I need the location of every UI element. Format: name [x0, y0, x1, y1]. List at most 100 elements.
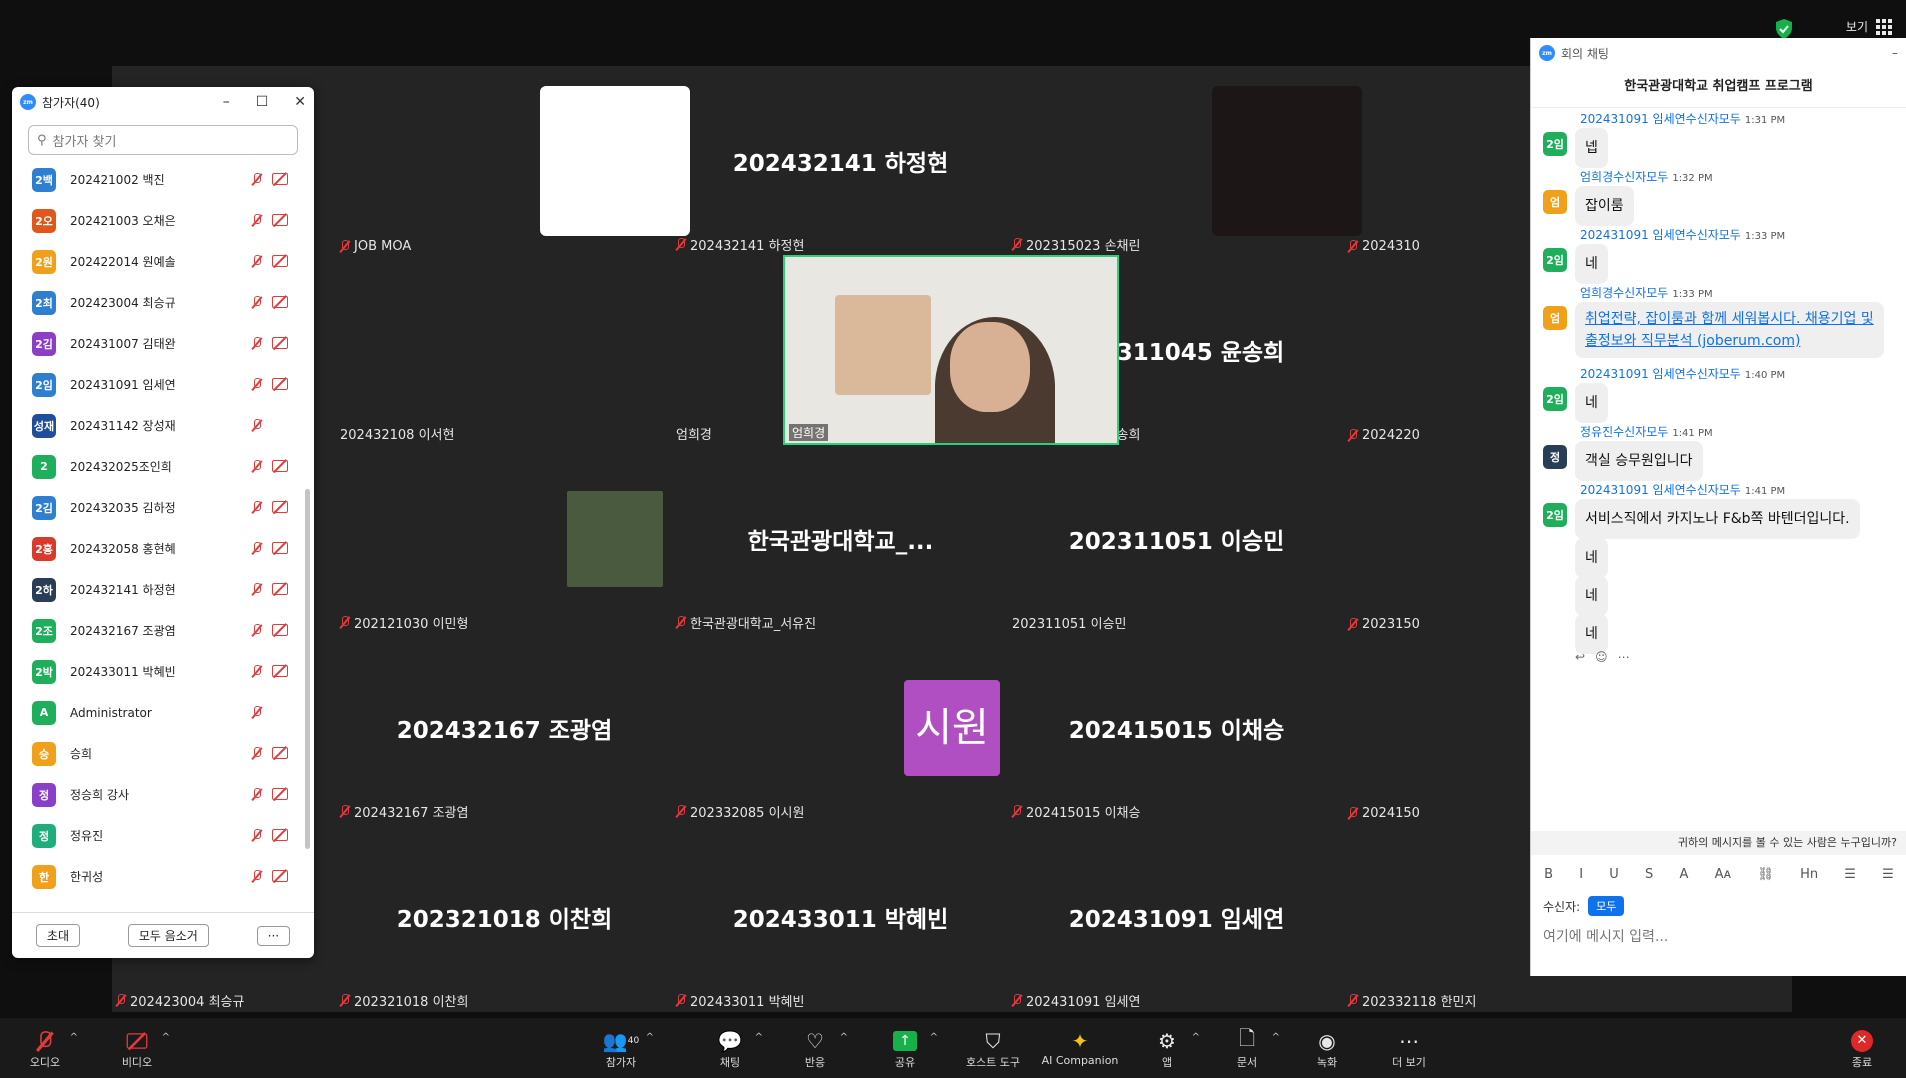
participant-row[interactable]: 성재 202431142 장성재 [12, 405, 308, 446]
message-sender[interactable]: 202431091 임세연수신자모두 [1580, 112, 1741, 126]
microphone-muted-icon[interactable] [252, 870, 262, 883]
recipient-dropdown[interactable]: 모두 [1588, 896, 1625, 916]
video-off-icon[interactable] [272, 501, 288, 513]
security-shield-icon[interactable] [1774, 18, 1794, 40]
video-off-icon[interactable] [272, 829, 288, 841]
share-caret-icon[interactable]: ^ [930, 1032, 938, 1043]
participant-row[interactable]: 2홍 202432058 홍현혜 [12, 528, 308, 569]
ai-companion-button[interactable]: ✦ AI Companion [1035, 1028, 1125, 1067]
docs-caret-icon[interactable]: ^ [1272, 1032, 1280, 1043]
participant-row[interactable]: 2김 202431007 김태완 [12, 323, 308, 364]
chat-message-input[interactable]: 여기에 메시지 입력... [1543, 926, 1668, 946]
format-option-icon[interactable]: ☰ [1844, 867, 1856, 882]
participant-row[interactable]: 2하 202432141 하정현 [12, 569, 308, 610]
format-option-icon[interactable]: Aᴀ [1715, 867, 1732, 882]
participant-row[interactable]: 2원 202422014 원예솔 [12, 241, 308, 282]
participant-row[interactable]: 승 승희 [12, 733, 308, 774]
video-tile[interactable]: 202432167 조광염 202432167 조광염 [336, 633, 673, 822]
participant-row[interactable]: 2임 202431091 임세연 [12, 364, 308, 405]
video-off-icon[interactable] [272, 624, 288, 636]
microphone-muted-icon[interactable] [252, 665, 262, 678]
microphone-muted-icon[interactable] [252, 296, 262, 309]
participant-row[interactable]: 2조 202432167 조광염 [12, 610, 308, 651]
microphone-muted-icon[interactable] [252, 583, 262, 596]
format-option-icon[interactable]: Hn [1800, 867, 1818, 882]
video-tile[interactable]: 202321018 이찬희 202321018 이찬희 [336, 822, 673, 1011]
reactions-button[interactable]: ♡ 반응 ^ [770, 1028, 860, 1070]
participant-row[interactable]: 정 정유진 [12, 815, 308, 856]
format-option-icon[interactable]: S [1645, 867, 1653, 882]
invite-button[interactable]: 초대 [35, 924, 80, 947]
video-off-icon[interactable] [272, 296, 288, 308]
video-tile[interactable]: 202431091 임세연 202431091 임세연 [1008, 822, 1345, 1011]
active-speaker-video[interactable]: 엄희경 [783, 255, 1119, 445]
format-option-icon[interactable]: B [1544, 867, 1553, 882]
microphone-muted-icon[interactable] [252, 624, 262, 637]
microphone-muted-icon[interactable] [252, 747, 262, 760]
maximize-icon[interactable]: ☐ [256, 94, 269, 110]
microphone-muted-icon[interactable] [252, 501, 262, 514]
video-off-icon[interactable] [272, 214, 288, 226]
video-button[interactable]: 비디오 ^ [92, 1028, 182, 1070]
format-option-icon[interactable]: ⛓ [1757, 867, 1774, 882]
message-link[interactable]: 출정보와 직무분석 (joberum.com) [1585, 333, 1800, 349]
docs-button[interactable]: 🗋 문서 ^ [1202, 1026, 1292, 1070]
add-reaction-icon[interactable]: ☺ [1595, 650, 1608, 664]
message-sender[interactable]: 엄희경수신자모두 [1580, 170, 1668, 184]
chat-button[interactable]: 💬 채팅 ^ [685, 1028, 775, 1070]
video-off-icon[interactable] [272, 255, 288, 267]
video-caret-icon[interactable]: ^ [162, 1032, 170, 1043]
microphone-muted-icon[interactable] [252, 378, 262, 391]
format-option-icon[interactable]: U [1609, 867, 1619, 882]
video-off-icon[interactable] [272, 870, 288, 882]
participant-row[interactable]: 2백 202421002 백진 [12, 159, 308, 200]
host-tools-button[interactable]: ⛉ 호스트 도구 [948, 1028, 1038, 1070]
minimize-icon[interactable]: – [223, 94, 230, 110]
microphone-muted-icon[interactable] [252, 173, 262, 186]
message-sender[interactable]: 정유진수신자모두 [1580, 425, 1668, 439]
message-sender[interactable]: 202431091 임세연수신자모두 [1580, 367, 1741, 381]
reply-icon[interactable]: ↩ [1575, 650, 1585, 664]
participant-row[interactable]: 2오 202421003 오채은 [12, 200, 308, 241]
video-off-icon[interactable] [272, 378, 288, 390]
video-off-icon[interactable] [272, 665, 288, 677]
audio-caret-icon[interactable]: ^ [70, 1032, 78, 1043]
participant-row[interactable]: 정 정승희 강사 [12, 774, 308, 815]
message-sender[interactable]: 엄희경수신자모두 [1580, 286, 1668, 300]
participant-row[interactable]: 2김 202432035 김하정 [12, 487, 308, 528]
video-tile[interactable]: 202415015 이채승 202415015 이채승 [1008, 633, 1345, 822]
video-off-icon[interactable] [272, 542, 288, 554]
participant-list-scrollbar[interactable] [305, 489, 310, 849]
microphone-muted-icon[interactable] [252, 214, 262, 227]
microphone-muted-icon[interactable] [252, 419, 262, 432]
video-tile[interactable]: 202311051 이승민 202311051 이승민 [1008, 444, 1345, 633]
video-tile[interactable]: 한국관광대학교_... 한국관광대학교_서유진 [672, 444, 1009, 633]
video-off-icon[interactable] [272, 337, 288, 349]
participant-row[interactable]: 한 한귀성 [12, 856, 308, 897]
participant-row[interactable]: 2 202432025조인희 [12, 446, 308, 487]
video-off-icon[interactable] [272, 788, 288, 800]
mute-all-button[interactable]: 모두 음소거 [127, 924, 209, 947]
video-tile[interactable]: 202432108 이서현 [336, 255, 673, 444]
participant-row[interactable]: A Administrator [12, 692, 308, 733]
participant-row[interactable]: 2박 202433011 박혜빈 [12, 651, 308, 692]
microphone-muted-icon[interactable] [252, 460, 262, 473]
reactions-caret-icon[interactable]: ^ [840, 1032, 848, 1043]
participants-button[interactable]: 👥 40 참가자 ^ [576, 1028, 666, 1070]
format-option-icon[interactable]: I [1579, 867, 1583, 882]
video-tile[interactable]: 202433011 박혜빈 202433011 박혜빈 [672, 822, 1009, 1011]
video-off-icon[interactable] [272, 173, 288, 185]
more-options-button[interactable]: ··· [256, 925, 291, 946]
message-sender[interactable]: 202431091 임세연수신자모두 [1580, 228, 1741, 242]
chat-caret-icon[interactable]: ^ [755, 1032, 763, 1043]
microphone-muted-icon[interactable] [252, 706, 262, 719]
who-can-see-link[interactable]: 귀하의 메시지를 볼 수 있는 사람은 누구입니까? [1531, 831, 1906, 855]
record-button[interactable]: ◉ 녹화 [1282, 1028, 1372, 1070]
video-off-icon[interactable] [272, 583, 288, 595]
more-button[interactable]: ⋯ 더 보기 [1364, 1028, 1454, 1070]
audio-button[interactable]: 오디오 ^ [0, 1028, 90, 1070]
microphone-muted-icon[interactable] [252, 337, 262, 350]
microphone-muted-icon[interactable] [252, 788, 262, 801]
close-icon[interactable]: ✕ [294, 94, 306, 110]
share-button[interactable]: ↑ 공유 ^ [860, 1028, 950, 1070]
